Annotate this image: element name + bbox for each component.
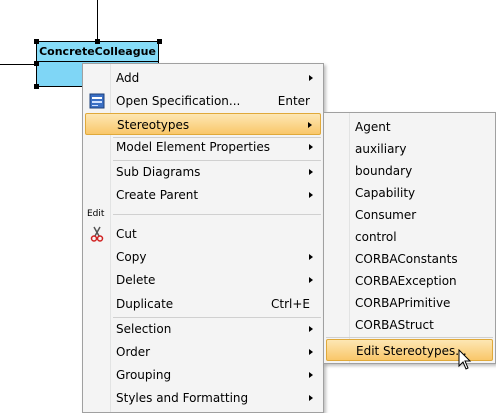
stereotype-item[interactable]: Agent bbox=[326, 116, 493, 138]
menu-separator bbox=[113, 214, 321, 215]
submenu-arrow-icon bbox=[309, 372, 313, 378]
submenu-arrow-icon bbox=[309, 192, 313, 198]
scissors-icon bbox=[89, 226, 105, 242]
submenu-arrow-icon bbox=[309, 144, 313, 150]
menu-item-styles-and-formatting[interactable]: Styles and Formatting bbox=[85, 387, 321, 409]
menu-item-cut[interactable]: Cut bbox=[85, 223, 321, 245]
menu-item-create-parent[interactable]: Create Parent bbox=[85, 184, 321, 206]
menu-item-order[interactable]: Order bbox=[85, 341, 321, 363]
menu-item-duplicate[interactable]: Duplicate Ctrl+E bbox=[85, 293, 321, 315]
menu-separator bbox=[326, 337, 493, 338]
submenu-arrow-icon bbox=[309, 349, 313, 355]
menu-item-grouping[interactable]: Grouping bbox=[85, 364, 321, 386]
menu-item-delete[interactable]: Delete bbox=[85, 269, 321, 291]
stereotypes-submenu: Agent auxiliary boundary Capability Cons… bbox=[323, 112, 496, 364]
menu-item-stereotypes[interactable]: Stereotypes bbox=[85, 113, 321, 135]
mouse-pointer-icon bbox=[458, 348, 472, 374]
stereotype-item[interactable]: CORBAStruct bbox=[326, 314, 493, 336]
submenu-arrow-icon bbox=[308, 122, 312, 128]
menu-item-selection[interactable]: Selection bbox=[85, 318, 321, 340]
menu-item-copy[interactable]: Copy bbox=[85, 246, 321, 268]
menu-group-label-edit: Edit bbox=[85, 207, 107, 221]
stereotype-item[interactable]: CORBAConstants bbox=[326, 248, 493, 270]
menu-item-model-element-properties[interactable]: Model Element Properties bbox=[85, 136, 321, 158]
submenu-arrow-icon bbox=[309, 169, 313, 175]
stereotype-item[interactable]: control bbox=[326, 226, 493, 248]
stereotype-item[interactable]: Consumer bbox=[326, 204, 493, 226]
submenu-arrow-icon bbox=[309, 75, 313, 81]
stereotype-item[interactable]: Capability bbox=[326, 182, 493, 204]
menu-item-add[interactable]: Add bbox=[85, 67, 321, 89]
stereotype-item[interactable]: auxiliary bbox=[326, 138, 493, 160]
class-name: ConcreteColleague bbox=[37, 42, 158, 62]
selection-handle[interactable] bbox=[34, 39, 39, 44]
connector-line-left bbox=[0, 64, 36, 65]
selection-handle[interactable] bbox=[95, 39, 100, 44]
menu-item-sub-diagrams[interactable]: Sub Diagrams bbox=[85, 161, 321, 183]
selection-handle[interactable] bbox=[34, 84, 39, 89]
stereotype-item[interactable]: boundary bbox=[326, 160, 493, 182]
selection-handle[interactable] bbox=[34, 61, 39, 66]
context-menu: Add Open Specification... Enter Stereoty… bbox=[82, 63, 324, 413]
submenu-arrow-icon bbox=[309, 277, 313, 283]
selection-handle[interactable] bbox=[157, 39, 162, 44]
specification-icon bbox=[89, 93, 105, 109]
connector-line-top bbox=[97, 0, 98, 41]
stereotype-item[interactable]: CORBAPrimitive bbox=[326, 292, 493, 314]
stereotype-item[interactable]: CORBAException bbox=[326, 270, 493, 292]
submenu-arrow-icon bbox=[309, 254, 313, 260]
submenu-arrow-icon bbox=[309, 395, 313, 401]
submenu-arrow-icon bbox=[309, 326, 313, 332]
menu-item-open-specification[interactable]: Open Specification... Enter bbox=[85, 90, 321, 112]
